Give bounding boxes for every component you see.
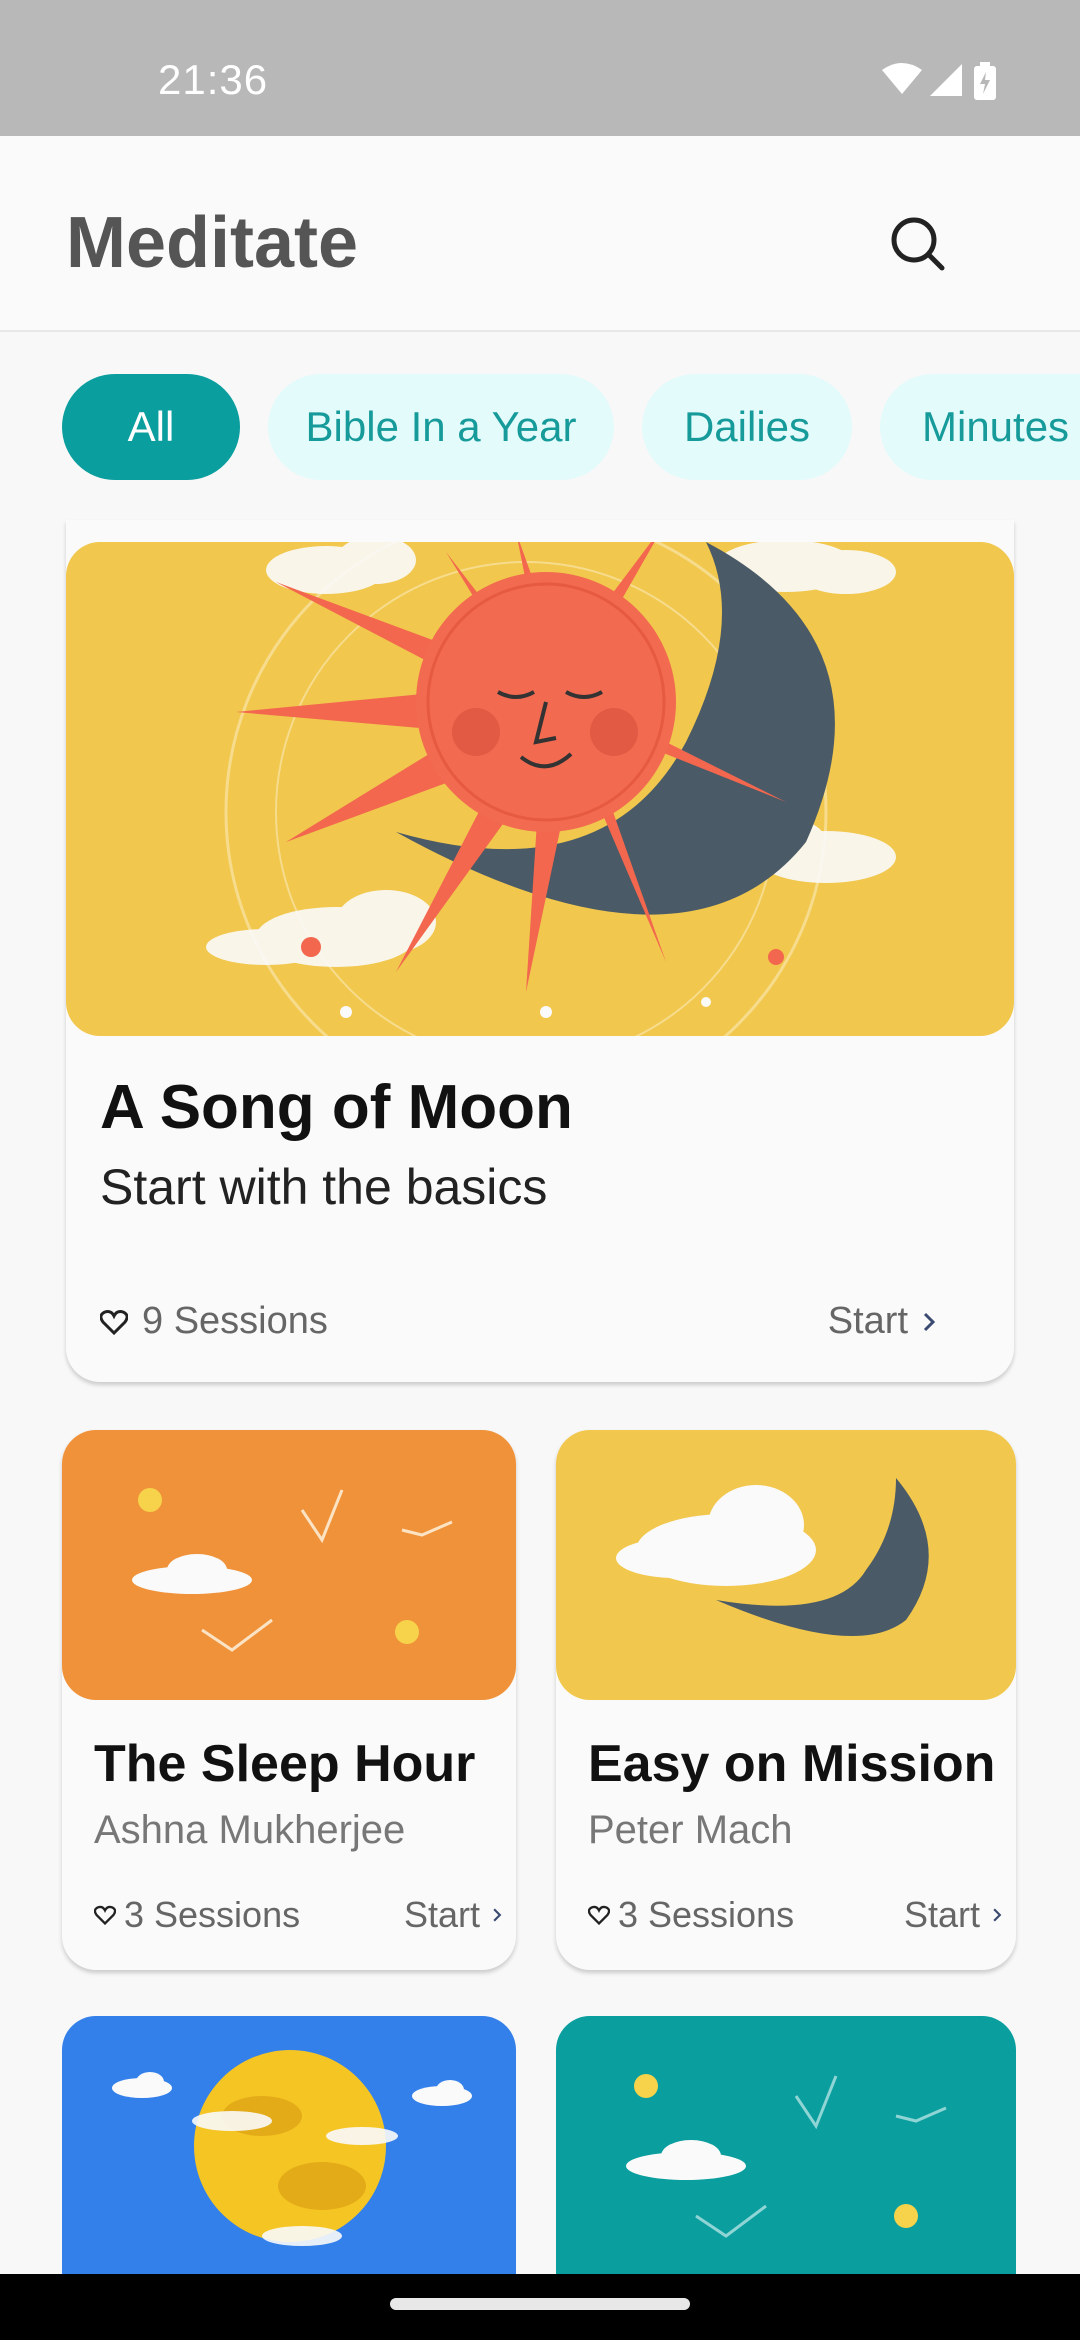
home-gesture-handle[interactable] — [390, 2298, 690, 2310]
session-card[interactable]: Easy on Mission Peter Mach 3 Sessions St… — [556, 1430, 1016, 1970]
chevron-right-icon — [993, 1908, 1002, 1922]
page-title: Meditate — [66, 203, 359, 283]
card-sessions: 3 Sessions — [588, 1894, 794, 1936]
card-title: Easy on Mission — [588, 1735, 996, 1793]
featured-start-label: Start — [827, 1300, 908, 1342]
card-illustration — [112, 2050, 472, 2246]
card-title: The Sleep Hour — [94, 1735, 476, 1793]
card-author: Peter Mach — [588, 1808, 793, 1852]
search-button[interactable] — [886, 212, 952, 278]
chip-minutes[interactable]: Minutes — [880, 374, 1080, 480]
featured-sessions: 9 Sessions — [100, 1300, 328, 1343]
card-start-label: Start — [403, 1894, 480, 1935]
chevron-right-icon — [493, 1908, 502, 1922]
status-time: 21:36 — [158, 56, 269, 103]
battery-icon — [974, 62, 996, 100]
chip-bible-in-a-year[interactable]: Bible In a Year — [268, 374, 614, 480]
app-bar: Meditate — [0, 136, 1080, 332]
heart-icon — [94, 1905, 116, 1925]
search-icon — [891, 217, 945, 271]
chevron-right-icon — [923, 1312, 936, 1331]
session-card-partial[interactable] — [556, 2016, 1016, 2276]
card-sessions-label: 3 Sessions — [124, 1894, 301, 1935]
featured-subtitle: Start with the basics — [100, 1159, 548, 1215]
session-card[interactable]: The Sleep Hour Ashna Mukherjee 3 Session… — [62, 1430, 516, 1970]
card-illustration — [62, 1430, 516, 1700]
card-illustration — [556, 1430, 1016, 1700]
heart-icon — [100, 1309, 128, 1335]
card-start-button[interactable]: Start — [904, 1894, 1002, 1936]
featured-title: A Song of Moon — [100, 1073, 573, 1142]
chip-all[interactable]: All — [62, 374, 240, 480]
card-sessions-label: 3 Sessions — [618, 1894, 795, 1935]
heart-icon — [588, 1905, 610, 1925]
featured-start-button[interactable]: Start — [828, 1300, 936, 1343]
card-start-label: Start — [903, 1894, 980, 1935]
featured-illustration — [66, 542, 1014, 1036]
status-bar: 21:36 — [0, 0, 1080, 136]
card-author: Ashna Mukherjee — [94, 1808, 406, 1852]
wifi-icon — [882, 63, 922, 94]
card-sessions: 3 Sessions — [94, 1894, 300, 1936]
cellular-signal-icon — [930, 64, 962, 96]
category-chips: All Bible In a Year Dailies Minutes — [0, 374, 1080, 480]
featured-sessions-label: 9 Sessions — [142, 1300, 328, 1342]
chip-dailies[interactable]: Dailies — [642, 374, 852, 480]
featured-card[interactable]: A Song of Moon Start with the basics 9 S… — [66, 520, 1014, 1382]
card-illustration — [626, 2074, 947, 2238]
status-icons — [882, 62, 1006, 102]
card-start-button[interactable]: Start — [404, 1894, 502, 1936]
session-card-partial[interactable] — [62, 2016, 516, 2276]
system-navigation-bar — [0, 2274, 1080, 2340]
